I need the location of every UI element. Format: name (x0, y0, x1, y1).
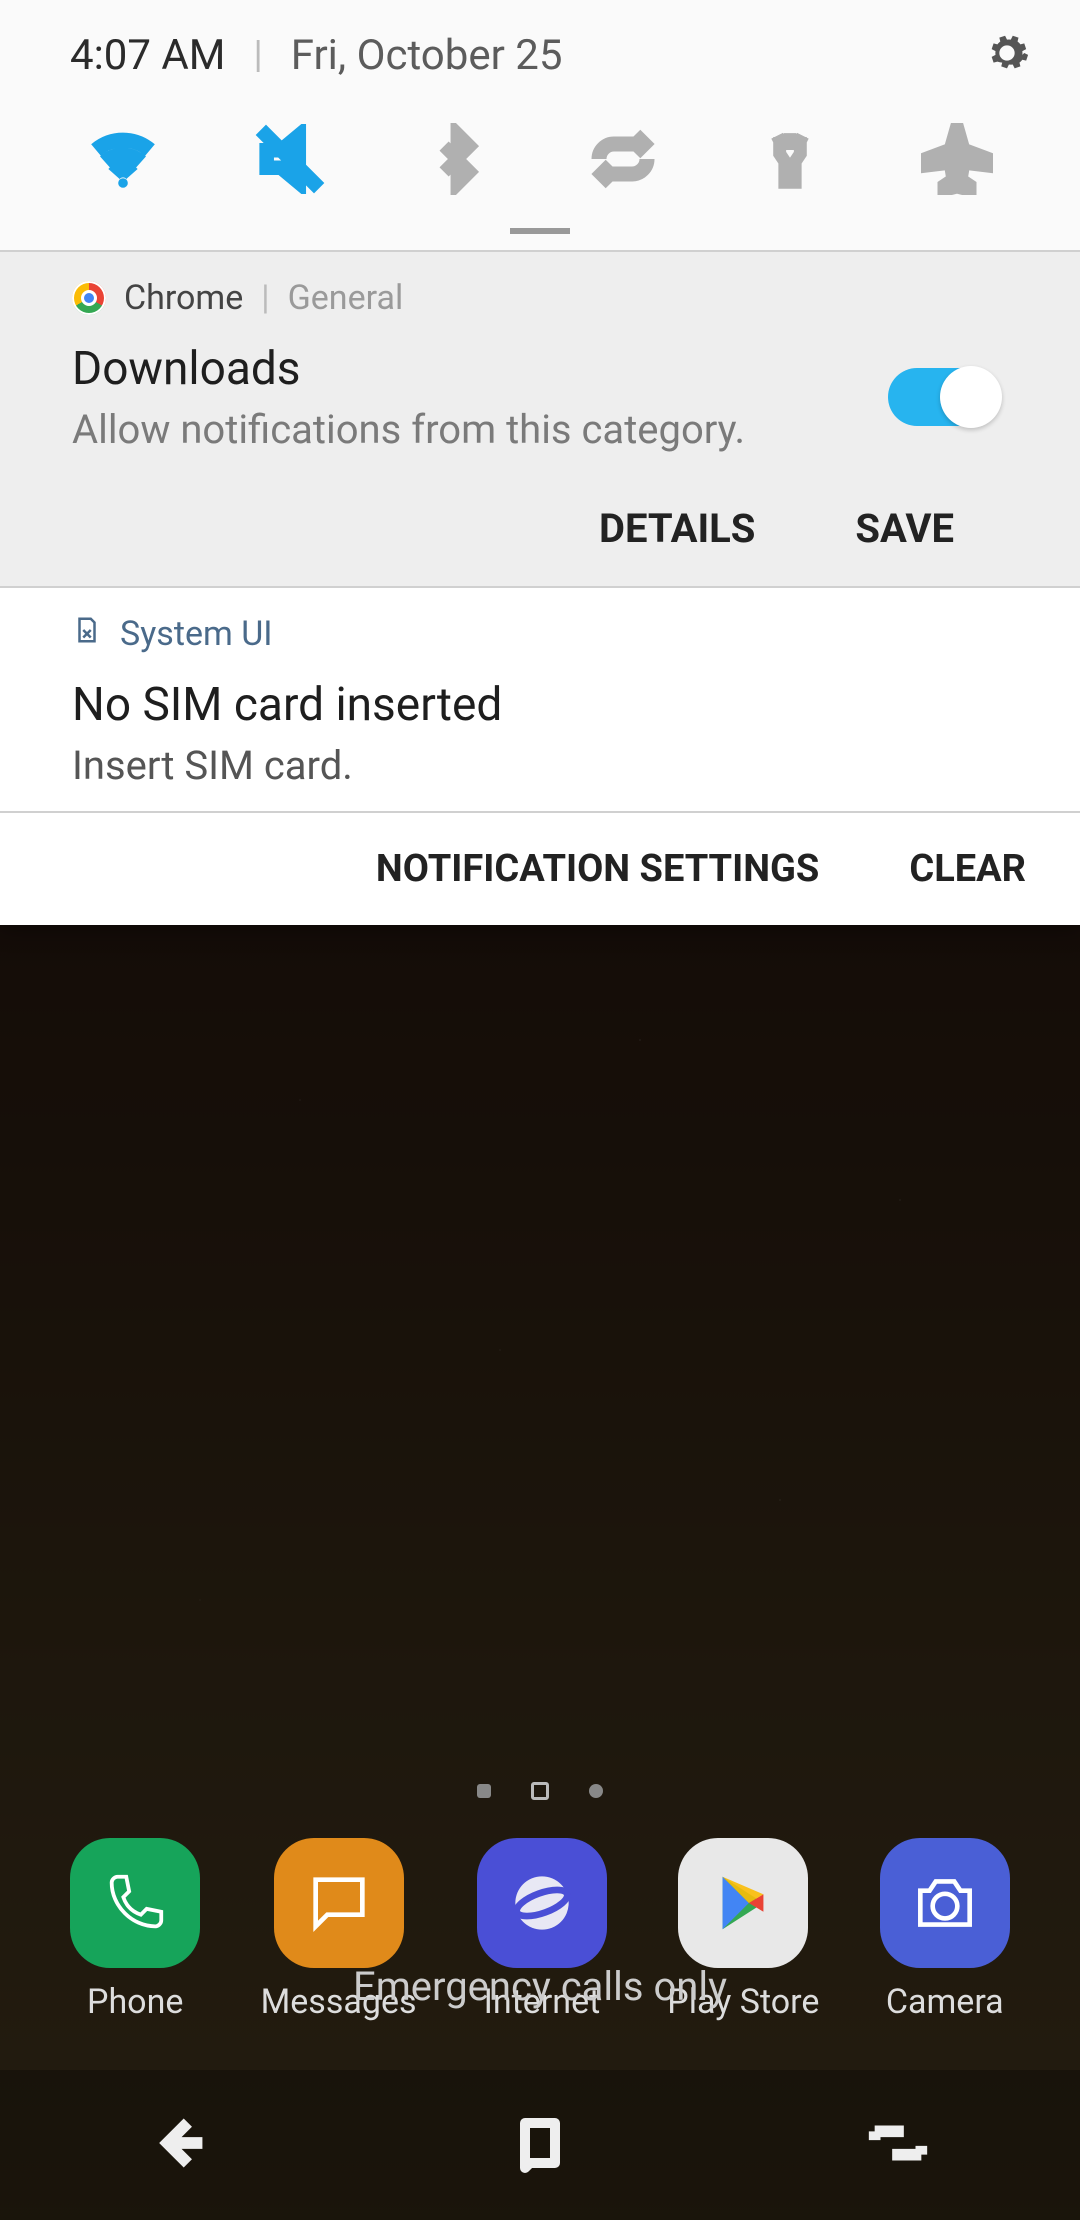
home-button[interactable] (510, 2113, 570, 2177)
date: Fri, October 25 (291, 31, 563, 80)
shade-drag-handle[interactable] (510, 228, 570, 234)
qs-wifi[interactable] (83, 124, 163, 194)
notification-systemui[interactable]: System UI No SIM card inserted Insert SI… (0, 588, 1080, 811)
messages-icon (274, 1838, 404, 1968)
notif-title: Downloads (72, 342, 888, 396)
allow-notifications-toggle[interactable] (888, 368, 1000, 426)
clock: 4:07 AM (70, 31, 225, 80)
notif-title: No SIM card inserted (72, 678, 1008, 732)
qs-auto-rotate[interactable] (583, 124, 663, 194)
internet-icon (477, 1838, 607, 1968)
back-button[interactable] (147, 2108, 217, 2182)
notif-app-name: System UI (120, 614, 273, 654)
android-navbar (0, 2070, 1080, 2220)
notification-settings-button[interactable]: NOTIFICATION SETTINGS (376, 847, 819, 891)
notif-subtitle: Insert SIM card. (72, 742, 1008, 811)
qs-flashlight[interactable] (750, 124, 830, 194)
notification-chrome[interactable]: Chrome | General Downloads Allow notific… (0, 252, 1080, 586)
home-page-indicator (0, 1782, 1080, 1800)
phone-icon (70, 1838, 200, 1968)
qs-bluetooth[interactable] (417, 124, 497, 194)
settings-gear-icon[interactable] (984, 30, 1030, 80)
playstore-icon (678, 1838, 808, 1968)
notif-app-name: Chrome (124, 278, 243, 318)
qs-airplane[interactable] (917, 124, 997, 194)
notif-subtitle: Allow notifications from this category. (72, 406, 888, 475)
camera-icon (880, 1838, 1010, 1968)
clear-button[interactable]: CLEAR (909, 847, 1026, 891)
save-button[interactable]: SAVE (855, 505, 954, 552)
qs-sound-mute[interactable] (250, 124, 330, 194)
notif-category: General (288, 278, 404, 318)
recents-button[interactable] (863, 2108, 933, 2182)
quick-settings-row (0, 100, 1080, 228)
details-button[interactable]: DETAILS (599, 505, 755, 552)
network-status-overlay: Emergency calls only (0, 1963, 1080, 2010)
notification-shade[interactable]: 4:07 AM | Fri, October 25 (0, 0, 1080, 925)
shade-footer: NOTIFICATION SETTINGS CLEAR (0, 813, 1080, 925)
status-bar: 4:07 AM | Fri, October 25 (0, 0, 1080, 100)
chrome-icon (72, 281, 106, 315)
sim-missing-icon (72, 614, 102, 654)
dock: Phone Messages Internet Play Store Camer… (0, 1810, 1080, 2050)
